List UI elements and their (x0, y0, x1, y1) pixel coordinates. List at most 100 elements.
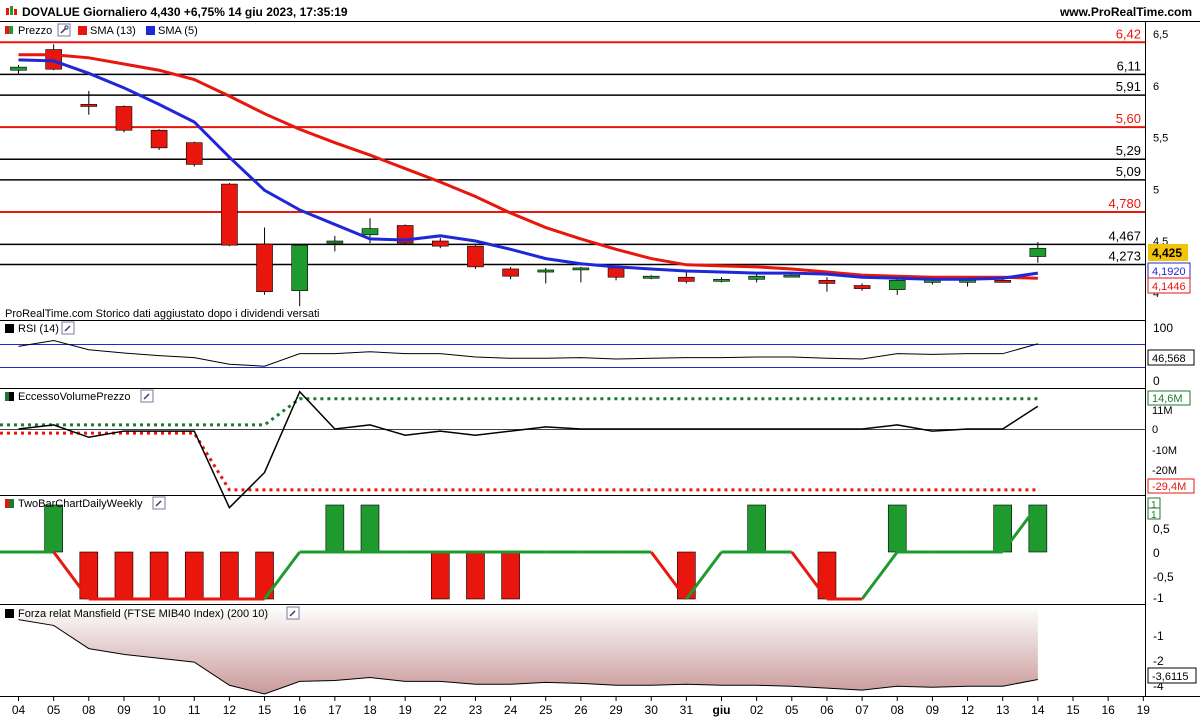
rsi-tick-0: 0 (1153, 374, 1160, 388)
x-tick-label: giu (713, 703, 731, 717)
candle (10, 65, 27, 74)
level-label-6: 4,780 (1108, 196, 1141, 211)
rsi-value-tag: 46,568 (1147, 349, 1195, 366)
x-tick-label: 02 (750, 703, 764, 717)
price-tick: 5 (1153, 184, 1159, 196)
twobar-bar (149, 551, 169, 600)
legend-sma13: SMA (13) (90, 25, 136, 37)
svg-text:1: 1 (1151, 510, 1157, 521)
x-tick-label: 05 (47, 703, 61, 717)
price-candles (10, 44, 1047, 307)
evp-lower-tag: -29,4M (1147, 478, 1195, 494)
x-tick-label: 26 (574, 703, 588, 717)
twobar-bar (466, 551, 485, 600)
candle (853, 283, 871, 291)
x-tick-label: 18 (363, 703, 377, 717)
candle (326, 235, 344, 252)
twobar-tick-05: 0,5 (1153, 522, 1170, 536)
svg-text:Forza relat Mansfield (FTSE MI: Forza relat Mansfield (FTSE MIB40 Index)… (18, 608, 268, 620)
x-tick-label: 15 (258, 703, 272, 717)
twobar-bar (360, 504, 380, 553)
wrench-icon[interactable] (286, 606, 300, 620)
candle (291, 244, 309, 307)
twobar-bar (887, 504, 907, 553)
candle (678, 272, 695, 284)
sma13-tag: 4,1446 (1147, 277, 1191, 294)
candle (45, 44, 62, 71)
candle (185, 141, 203, 167)
x-tick-label: 06 (820, 703, 834, 717)
twobar-bar (430, 551, 450, 600)
x-tick-label: 19 (1137, 703, 1151, 717)
candle (150, 129, 168, 150)
legend-prezzo: Prezzo (18, 25, 52, 37)
level-label-5: 5,09 (1116, 164, 1141, 179)
x-tick-label: 31 (680, 703, 694, 717)
price-tag: 4,425 (1148, 244, 1188, 261)
candle (818, 277, 836, 292)
price-tick: 6 (1153, 81, 1159, 93)
sma5-line (18, 58, 1039, 281)
twobar-tick-m1: -1 (1153, 591, 1164, 605)
x-axis: 04 05 08 09 10 11 12 15 16 17 18 19 22 23 24 25 26 29 30 31… (12, 696, 1150, 717)
wrench-icon[interactable] (57, 23, 71, 37)
price-legend: Prezzo SMA (13) SMA (5) (5, 23, 198, 37)
svg-text:RSI (14): RSI (14) (18, 323, 59, 335)
evp-tick-10m: -10M (1152, 445, 1177, 457)
level-label-1: 6,11 (1117, 58, 1141, 73)
x-tick-label: 09 (926, 703, 940, 717)
wrench-icon[interactable] (61, 321, 75, 335)
rsi-tick-100: 100 (1153, 321, 1173, 335)
twobar-bar (114, 551, 134, 600)
level-label-4: 5,29 (1116, 143, 1141, 158)
evp-legend: EccessoVolumePrezzo (5, 389, 154, 403)
wrench-icon[interactable] (152, 496, 166, 510)
evp-line (18, 390, 1039, 509)
x-tick-label: 10 (152, 703, 166, 717)
price-tick: 6,5 (1153, 29, 1168, 41)
x-tick-label: 16 (293, 703, 307, 717)
price-tick: 5,5 (1153, 133, 1168, 145)
svg-text:TwoBarChartDailyWeekly: TwoBarChartDailyWeekly (18, 498, 143, 510)
mansfield-value-tag: -3,6115 (1147, 667, 1197, 684)
twobar-tick-m05: -0,5 (1153, 570, 1174, 584)
candle (256, 227, 273, 295)
twobar-bar (501, 551, 520, 600)
evp-value-tag: 11M (1152, 405, 1173, 417)
level-label-2: 5,91 (1116, 79, 1141, 94)
x-tick-label: 11 (188, 703, 201, 717)
x-tick-label: 08 (82, 703, 96, 717)
chart-canvas[interactable]: 6,426,115,915,605,295,094,7804,4674,273 … (0, 0, 1200, 720)
twobar-segment (860, 551, 899, 600)
evp-tick-0: 0 (1152, 424, 1158, 436)
x-tick-label: 04 (12, 703, 26, 717)
level-label-7: 4,467 (1108, 228, 1141, 243)
x-tick-label: 30 (645, 703, 659, 717)
candle (572, 266, 590, 283)
price-level-labels: 6,42 6,11 5,91 5,60 5,29 5,09 4,780 4,467 4,273 (1108, 26, 1141, 263)
svg-text:-29,4M: -29,4M (1152, 481, 1186, 493)
candle (502, 266, 519, 280)
x-tick-label: 12 (961, 703, 975, 717)
twobar-legend: TwoBarChartDailyWeekly (5, 496, 166, 510)
svg-text:4,1920: 4,1920 (1152, 266, 1186, 278)
mansfield-tick-1: -1 (1153, 629, 1164, 643)
price-level-lines (0, 41, 1145, 266)
twobar-bar (44, 504, 63, 553)
svg-text:4,1446: 4,1446 (1152, 281, 1186, 293)
x-tick-label: 29 (609, 703, 623, 717)
evp-tick-20m: -20M (1152, 465, 1177, 477)
wrench-icon[interactable] (140, 389, 154, 403)
x-tick-label: 08 (891, 703, 905, 717)
x-tick-label: 23 (469, 703, 483, 717)
evp-lower-band (0, 431, 1038, 492)
candle (221, 183, 238, 247)
x-tick-label: 22 (434, 703, 448, 717)
x-tick-label: 24 (504, 703, 518, 717)
level-label-3: 5,60 (1116, 111, 1141, 126)
sma5-tag: 4,1920 (1147, 262, 1191, 279)
level-label-0: 6,42 (1116, 26, 1141, 41)
svg-text:4,425: 4,425 (1152, 246, 1182, 260)
x-tick-label: 16 (1101, 703, 1115, 717)
candle (537, 267, 555, 284)
